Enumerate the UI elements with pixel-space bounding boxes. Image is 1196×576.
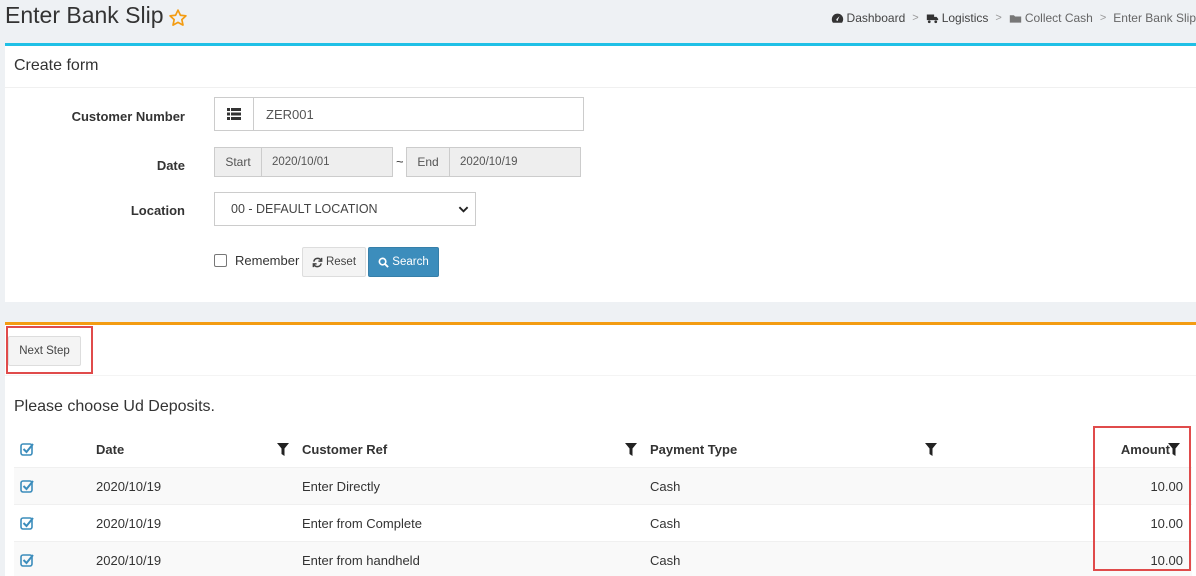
refresh-icon — [312, 257, 323, 267]
select-all-checkbox[interactable] — [20, 431, 34, 467]
table-row[interactable]: 2020/10/19 Enter from handheld Cash 10.0… — [14, 541, 1192, 576]
table-row[interactable]: 2020/10/19 Enter from Complete Cash 10.0… — [14, 504, 1192, 541]
deposits-box: Next Step Please choose Ud Deposits. Dat… — [5, 322, 1196, 576]
table-header-row: Date Customer Ref Payment Type Amount — [14, 431, 1192, 467]
customer-number-input[interactable]: ZER001 — [254, 97, 584, 131]
breadcrumb-separator: > — [995, 12, 1002, 24]
page-header: Enter Bank Slip Dashboard > Logistics > … — [0, 0, 1196, 42]
checked-checkbox-icon — [20, 554, 34, 567]
cell-amount: 10.00 — [1150, 515, 1183, 531]
page-title: Enter Bank Slip — [5, 2, 164, 28]
cell-amount: 10.00 — [1150, 478, 1183, 494]
dashboard-icon — [831, 13, 843, 23]
date-start-input[interactable]: 2020/10/01 — [262, 147, 393, 177]
cell-amount: 10.00 — [1150, 552, 1183, 568]
create-form-box: Create form Customer Number ZER001 Date … — [5, 43, 1196, 302]
customer-number-group: ZER001 — [214, 97, 584, 131]
checked-checkbox-icon — [20, 517, 34, 530]
filter-icon[interactable] — [1168, 443, 1180, 456]
breadcrumb-label: Dashboard — [846, 11, 906, 25]
breadcrumb-logistics[interactable]: Logistics — [926, 11, 989, 25]
cell-date: 2020/10/19 — [96, 515, 162, 531]
star-icon[interactable] — [168, 8, 188, 28]
date-start-addon: Start — [214, 147, 262, 177]
create-form-title: Create form — [5, 46, 1196, 88]
search-button-label: Search — [392, 256, 429, 268]
customer-number-label: Customer Number — [71, 109, 185, 124]
cell-customer-ref: Enter from handheld — [302, 552, 420, 568]
cell-customer-ref: Enter Directly — [302, 478, 381, 494]
breadcrumb-label: Collect Cash — [1024, 11, 1093, 25]
chevron-down-icon — [458, 206, 469, 213]
row-checkbox[interactable] — [20, 468, 34, 504]
filter-icon[interactable] — [277, 443, 289, 456]
column-header-customer-ref[interactable]: Customer Ref — [302, 431, 387, 467]
breadcrumb-collect-cash[interactable]: Collect Cash — [1009, 11, 1093, 25]
column-header-payment-type[interactable]: Payment Type — [650, 431, 737, 467]
date-range-separator: ~ — [396, 154, 404, 169]
deposits-table: Date Customer Ref Payment Type Amount 20… — [14, 431, 1192, 576]
list-icon — [227, 108, 241, 120]
column-header-date[interactable]: Date — [96, 431, 124, 467]
cell-payment-type: Cash — [650, 478, 681, 494]
location-select[interactable]: 00 - DEFAULT LOCATION — [214, 192, 476, 226]
remember-checkbox[interactable] — [214, 254, 227, 267]
list-caption: Please choose Ud Deposits. — [14, 398, 215, 415]
search-button[interactable]: Search — [368, 247, 439, 277]
breadcrumb-separator: > — [912, 12, 919, 24]
list-toolbar: Next Step — [5, 325, 1196, 376]
date-end-input[interactable]: 2020/10/19 — [450, 147, 581, 177]
row-checkbox[interactable] — [20, 542, 34, 576]
folder-icon — [1009, 14, 1021, 23]
breadcrumb-current: Enter Bank Slip — [1113, 11, 1196, 25]
table-row[interactable]: 2020/10/19 Enter Directly Cash 10.00 — [14, 467, 1192, 504]
filter-icon[interactable] — [625, 443, 637, 456]
breadcrumb-label: Logistics — [941, 11, 989, 25]
date-start-group: Start 2020/10/01 — [214, 147, 393, 177]
cell-date: 2020/10/19 — [96, 552, 162, 568]
remember-label: Remember — [235, 253, 300, 268]
checked-checkbox-icon — [20, 443, 34, 456]
cell-payment-type: Cash — [650, 552, 681, 568]
cell-payment-type: Cash — [650, 515, 681, 531]
reset-button[interactable]: Reset — [302, 247, 366, 277]
cell-customer-ref: Enter from Complete — [302, 515, 422, 531]
customer-lookup-button[interactable] — [214, 97, 254, 131]
row-checkbox[interactable] — [20, 505, 34, 541]
date-end-group: End 2020/10/19 — [406, 147, 581, 177]
column-header-amount[interactable]: Amount — [1121, 431, 1170, 467]
search-icon — [378, 257, 390, 268]
breadcrumb-separator: > — [1099, 12, 1107, 24]
location-label: Location — [130, 203, 185, 218]
location-selected-value: 00 - DEFAULT LOCATION — [231, 202, 378, 216]
filter-icon[interactable] — [925, 443, 937, 456]
breadcrumb: Dashboard > Logistics > Collect Cash > E… — [831, 11, 1196, 25]
truck-icon — [926, 13, 938, 23]
next-step-button[interactable]: Next Step — [8, 336, 81, 366]
date-label: Date — [156, 158, 185, 173]
breadcrumb-dashboard[interactable]: Dashboard — [831, 11, 906, 25]
reset-button-label: Reset — [325, 256, 357, 268]
next-step-label: Next Step — [19, 345, 70, 357]
cell-date: 2020/10/19 — [96, 478, 162, 494]
checked-checkbox-icon — [20, 480, 34, 493]
date-end-addon: End — [406, 147, 450, 177]
